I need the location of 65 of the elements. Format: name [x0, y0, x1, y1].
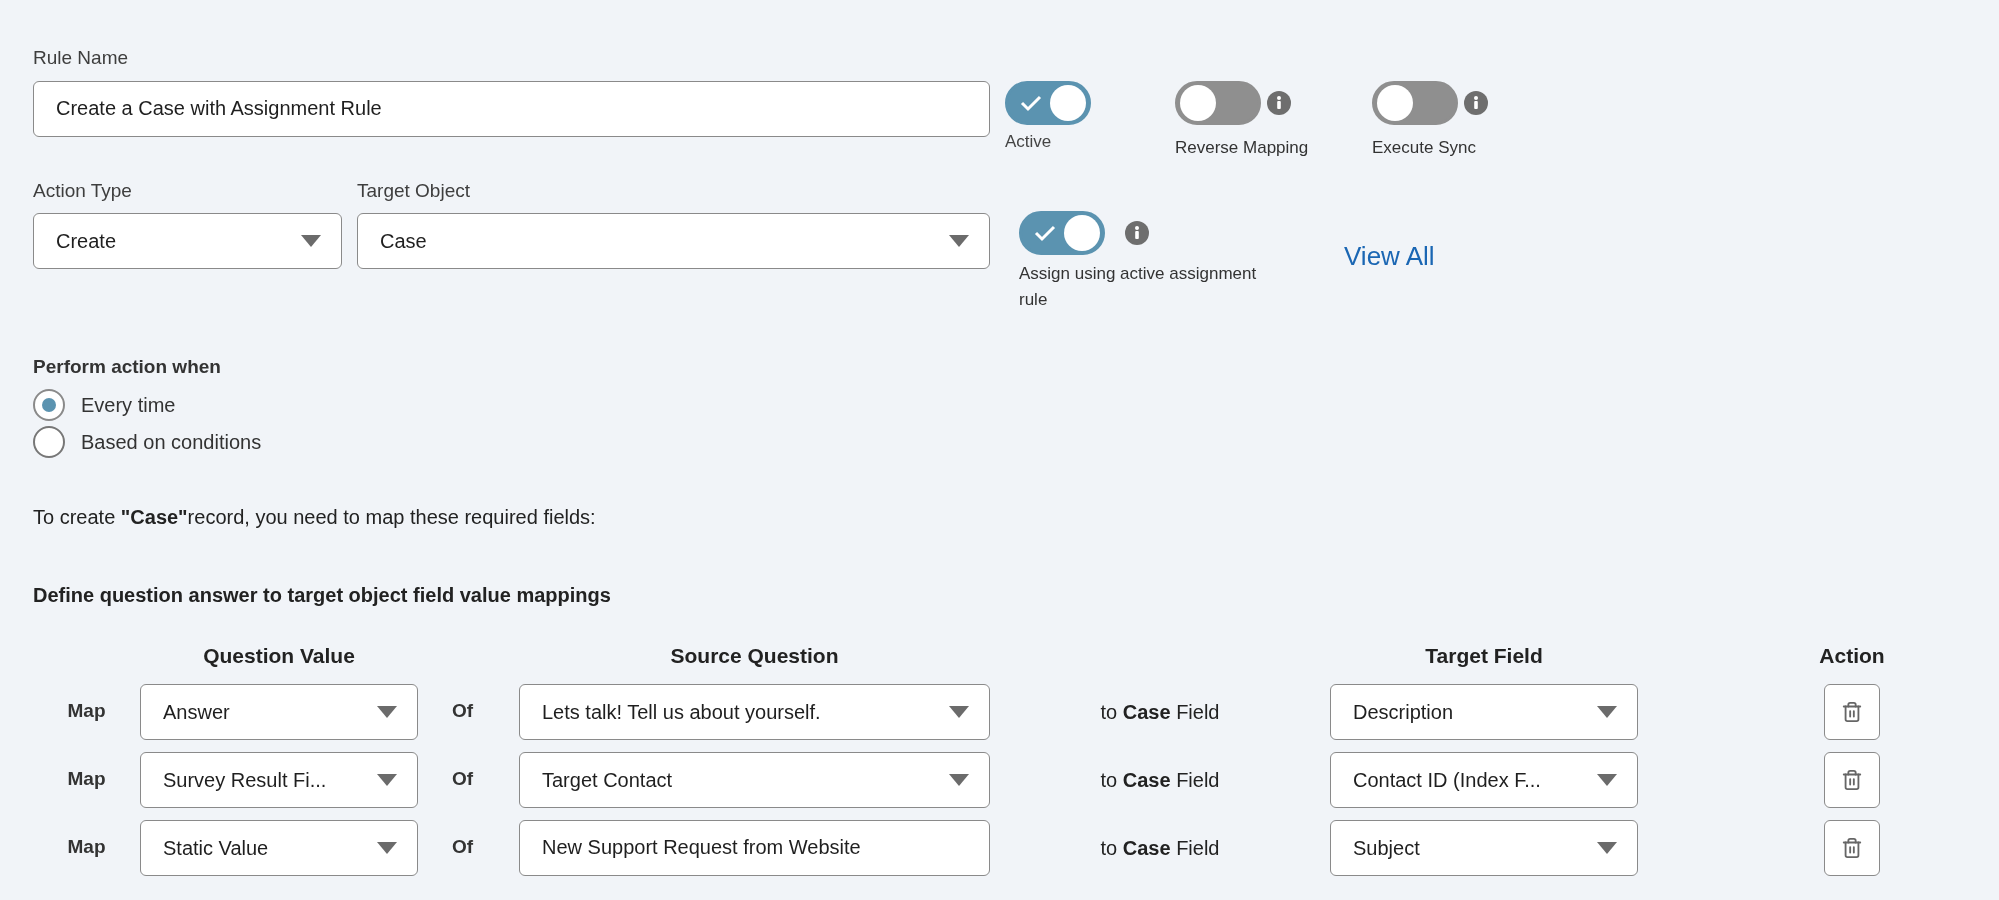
toggle-switch[interactable]	[1175, 80, 1261, 125]
of-label: Of	[450, 699, 475, 724]
delete-button[interactable]	[1824, 751, 1880, 808]
question-value-select[interactable]: Static Value	[140, 819, 418, 876]
toggle-label: Reverse Mapping	[1175, 136, 1310, 159]
toggle-label: Assign using active assignment rule	[1019, 262, 1258, 311]
trash-icon	[1841, 836, 1863, 859]
radio-label: Based on conditions	[81, 430, 262, 455]
info-icon[interactable]	[1464, 90, 1488, 115]
target-label: to Case Field	[1099, 699, 1221, 725]
caret-icon	[949, 235, 969, 247]
radio-button[interactable]	[33, 389, 65, 421]
toggle-switch[interactable]	[1372, 80, 1458, 125]
caret-icon	[1597, 773, 1617, 786]
question-value-select[interactable]: Survey Result Fi...	[140, 751, 418, 808]
caret-icon	[377, 773, 397, 786]
caret-icon	[301, 235, 321, 247]
caret-icon	[1597, 841, 1617, 854]
column-header: Target Field	[1424, 643, 1544, 669]
of-label: Of	[450, 835, 475, 860]
target-label: to Case Field	[1099, 835, 1221, 861]
check-icon	[1034, 223, 1056, 242]
toggle-switch[interactable]	[1005, 80, 1091, 125]
caret-icon	[377, 841, 397, 854]
toggle-switch[interactable]	[1019, 210, 1105, 255]
column-header: Source Question	[669, 643, 840, 669]
question-value-select[interactable]: Answer	[140, 683, 418, 740]
radio-button[interactable]	[33, 426, 65, 458]
rule-name-field[interactable]: Create a Case with Assignment Rule	[33, 80, 990, 137]
section-title: Perform action when	[33, 354, 222, 379]
check-icon	[1020, 93, 1042, 112]
caret-icon	[377, 705, 397, 718]
section-title: Define question answer to target object field value mappings	[33, 583, 612, 608]
field-label: Action Type	[33, 178, 133, 203]
caret-icon	[949, 773, 969, 786]
target-label: to Case Field	[1099, 767, 1221, 793]
target-object-select[interactable]: Case	[357, 213, 990, 269]
toggle-label: Active	[1005, 130, 1053, 153]
field-label: Rule Name	[33, 46, 130, 70]
trash-icon	[1841, 700, 1863, 723]
requirement-note: To create "Case"record, you need to map these required fields:	[33, 505, 597, 530]
caret-icon	[949, 705, 969, 718]
info-icon[interactable]	[1125, 220, 1149, 245]
target-field-select[interactable]: Contact ID (Index F...	[1330, 751, 1638, 808]
column-header: Action	[1818, 643, 1886, 669]
source-question-select[interactable]: Lets talk! Tell us about yourself.	[519, 683, 990, 740]
view-all-link[interactable]: View All	[1344, 236, 1435, 276]
delete-button[interactable]	[1824, 683, 1880, 740]
of-label: Of	[450, 767, 475, 792]
info-icon[interactable]	[1267, 90, 1291, 115]
source-question-field[interactable]: New Support Request from Website	[519, 819, 990, 876]
delete-button[interactable]	[1824, 819, 1880, 876]
source-question-select[interactable]: Target Contact	[519, 751, 990, 808]
map-label: Map	[66, 835, 107, 860]
trash-icon	[1841, 768, 1863, 791]
caret-icon	[1597, 705, 1617, 718]
toggle-label: Execute Sync	[1372, 136, 1477, 159]
map-label: Map	[66, 767, 107, 792]
map-label: Map	[66, 699, 107, 724]
target-field-select[interactable]: Subject	[1330, 819, 1638, 876]
target-field-select[interactable]: Description	[1330, 683, 1638, 740]
field-label: Target Object	[357, 178, 471, 203]
column-header: Question Value	[202, 643, 356, 669]
radio-label: Every time	[81, 393, 176, 418]
action-type-select[interactable]: Create	[33, 213, 342, 269]
